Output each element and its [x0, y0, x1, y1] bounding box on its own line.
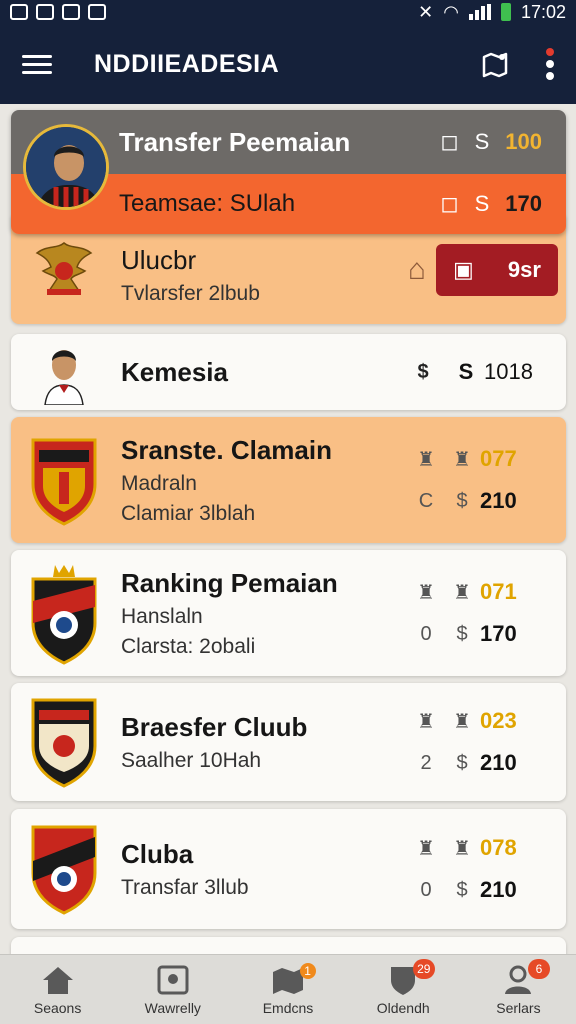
feed-list: Ulucbr Tvlarsfer 2lbub ⌂ ▣ 9sr Transfer …	[0, 104, 576, 954]
signal-icon	[468, 4, 491, 20]
garuda-emblem-icon	[25, 235, 103, 305]
club-card-subtitle: Tvlarsfer 2lbub	[121, 281, 260, 305]
notification-icon	[62, 4, 80, 20]
status-bar: ✕ ◠ 17:02	[0, 0, 576, 24]
list-item-line2: Clamiar 3lblah	[121, 501, 256, 525]
list-item[interactable]: Sranste. Clamain Madraln Clamiar 3lblah …	[11, 417, 566, 543]
crown-icon: ♜	[453, 710, 471, 733]
club-crest-icon	[25, 561, 103, 665]
nav-label: Serlars	[496, 999, 541, 1016]
list-item-gold-value: 023	[480, 708, 517, 733]
dollar-icon: $	[456, 489, 468, 512]
featured-subtitle: Teamsae: SUlah	[119, 190, 296, 217]
list-item-gold-value: 071	[480, 579, 517, 604]
nav-item-serlars[interactable]: 6 Serlars	[461, 955, 576, 1024]
list-item-value: 170	[480, 621, 517, 646]
player-stat-label: S	[458, 359, 474, 384]
bottom-navigation: Seaons Wawrelly 1 Emdcns 29 Oldendh 6 Se…	[0, 954, 576, 1024]
list-item-value: 210	[480, 750, 517, 775]
list-item-line1: Madraln	[121, 471, 197, 495]
club-button-value: 9sr	[507, 257, 541, 282]
notification-icon	[10, 4, 28, 20]
mute-icon: ✕	[418, 1, 434, 22]
crown-icon: ♜	[453, 837, 471, 860]
list-item-gold-value: 078	[480, 835, 517, 860]
crown-icon: ♜	[417, 837, 435, 860]
nav-badge: 6	[528, 959, 551, 979]
archive-icon[interactable]: ⌂	[408, 253, 426, 287]
featured-row1-icon: S	[474, 129, 490, 154]
crown-icon: ♜	[453, 581, 471, 604]
nav-label: Emdcns	[262, 999, 314, 1016]
player-photo	[25, 339, 103, 405]
featured-row2-value: 170	[505, 191, 542, 216]
club-transfer-button[interactable]: ▣ 9sr	[436, 244, 558, 296]
list-item-gold-value: 077	[480, 446, 517, 471]
featured-transfer-card[interactable]: Transfer Peemaian ◻ S 100 Teamsae: SUlah…	[11, 110, 566, 234]
list-item[interactable]: Ranking Pemaian Hanslaln Clarsta: 2obali…	[11, 550, 566, 676]
list-item-title: Braesfer Cluub	[121, 711, 308, 742]
nav-label: Oldendh	[376, 999, 430, 1016]
overflow-menu-icon[interactable]	[546, 48, 554, 80]
nav-item-emdcns[interactable]: 1 Emdcns	[230, 955, 345, 1024]
trophy-icon: ◻	[440, 129, 459, 154]
list-item-line1: Saalher 10Hah	[121, 748, 262, 772]
nav-item-wawrelly[interactable]: Wawrelly	[115, 955, 230, 1024]
dollar-icon: $	[456, 878, 468, 901]
battery-icon	[500, 3, 511, 21]
player-stat-value: 1018	[484, 359, 533, 384]
featured-row2-icon: S	[474, 191, 490, 216]
app-bar: NDDIIEADESIA	[0, 24, 576, 104]
notification-icon	[36, 4, 54, 20]
status-time: 17:02	[520, 1, 566, 22]
crown-icon: ♜	[417, 710, 435, 733]
player-stat-icon: $	[417, 360, 429, 383]
dollar-icon: $	[456, 622, 468, 645]
list-item[interactable]	[11, 937, 566, 954]
list-item-line1: Hanslaln	[121, 604, 203, 628]
featured-title: Transfer Peemaian	[119, 126, 351, 157]
list-item-stat-icon: 2	[420, 751, 432, 774]
club-crest-icon	[25, 823, 103, 915]
status-notifications	[10, 4, 106, 20]
player-avatar	[23, 124, 109, 210]
wallet-icon: ▣	[453, 257, 474, 282]
dollar-icon: $	[456, 751, 468, 774]
app-title: NDDIIEADESIA	[94, 49, 280, 78]
wifi-icon: ◠	[443, 1, 459, 22]
nav-label: Seaons	[33, 999, 82, 1016]
list-item-value: 210	[480, 877, 517, 902]
player-card[interactable]: Kemesia $ S 1018	[11, 334, 566, 410]
list-item-value: 210	[480, 488, 517, 513]
club-crest-icon	[25, 696, 103, 788]
trophy-icon: ◻	[440, 191, 459, 216]
list-item-title: Ranking Pemaian	[121, 567, 338, 598]
nav-item-oldendh[interactable]: 29 Oldendh	[346, 955, 461, 1024]
list-item-stat-icon: 0	[420, 622, 432, 645]
map-icon[interactable]	[480, 49, 510, 79]
list-item-stat-icon: C	[418, 489, 434, 512]
menu-icon[interactable]	[22, 54, 52, 74]
nav-label: Wawrelly	[144, 999, 201, 1016]
list-item[interactable]: Cluba Transfar 3llub ♜ ♜ 078 0 $ 210	[11, 809, 566, 929]
nav-badge: 1	[299, 963, 316, 979]
club-card-title: Ulucbr	[121, 244, 197, 275]
featured-row1-value: 100	[505, 129, 542, 154]
photo-icon	[155, 964, 191, 996]
crown-icon: ♜	[453, 448, 471, 471]
list-item[interactable]: Braesfer Cluub Saalher 10Hah ♜ ♜ 023 2 $…	[11, 683, 566, 801]
player-name: Kemesia	[121, 356, 228, 387]
list-item-title: Cluba	[121, 838, 194, 869]
notification-icon	[88, 4, 106, 20]
home-icon	[40, 964, 76, 996]
crown-icon: ♜	[417, 581, 435, 604]
nav-item-seaons[interactable]: Seaons	[0, 955, 115, 1024]
list-item-title: Sranste. Clamain	[121, 434, 332, 465]
list-item-line2: Clarsta: 2obali	[121, 634, 256, 658]
list-item-line1: Transfar 3llub	[121, 875, 249, 899]
nav-badge: 29	[412, 959, 435, 979]
club-crest-icon	[25, 434, 103, 526]
list-item-stat-icon: 0	[420, 878, 432, 901]
crown-icon: ♜	[417, 448, 435, 471]
